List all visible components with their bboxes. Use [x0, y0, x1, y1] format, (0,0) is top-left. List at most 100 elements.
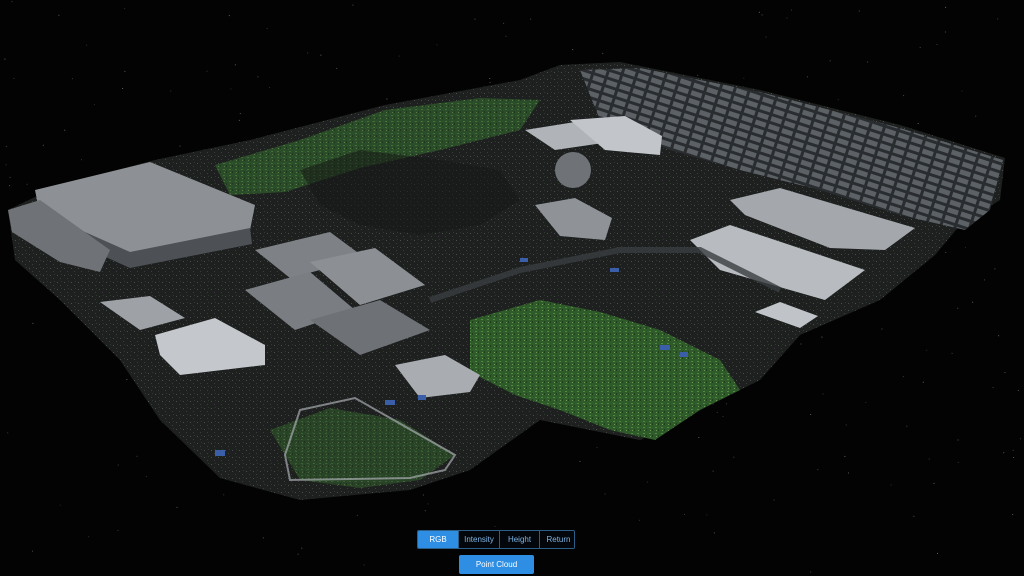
noise-point [903, 95, 905, 97]
noise-point [712, 403, 714, 405]
noise-point [26, 183, 28, 185]
color-mode-height-button[interactable]: Height [500, 531, 540, 548]
noise-point [906, 425, 908, 427]
noise-point [890, 484, 892, 486]
noise-point [124, 8, 126, 10]
noise-point [64, 129, 66, 131]
noise-point [945, 251, 947, 253]
noise-point [32, 322, 34, 324]
noise-point [301, 547, 303, 549]
noise-point [848, 472, 849, 474]
point-cloud-viewer[interactable]: RGB Intensity Height Return Point Cloud [0, 0, 1024, 576]
noise-point [1004, 372, 1006, 373]
noise-point [170, 90, 172, 92]
noise-point [32, 550, 33, 552]
noise-point [230, 88, 232, 90]
noise-point [489, 78, 491, 79]
noise-point [136, 455, 138, 457]
noise-point [998, 335, 1000, 337]
noise-point [975, 115, 977, 117]
noise-point [922, 381, 924, 383]
noise-point [646, 481, 648, 483]
noise-point [913, 515, 915, 517]
noise-point [81, 159, 82, 161]
noise-point [1013, 457, 1015, 458]
noise-point [994, 268, 996, 270]
noise-point [13, 78, 15, 79]
noise-point [957, 307, 959, 309]
noise-point [733, 456, 735, 458]
noise-point [858, 10, 860, 12]
noise-point [7, 432, 9, 434]
noise-point [122, 88, 124, 89]
noise-point [638, 519, 640, 521]
noise-point [530, 18, 532, 20]
noise-point [773, 499, 775, 501]
noise-point [984, 279, 985, 281]
noise-point [206, 70, 208, 72]
noise-point [179, 145, 181, 147]
noise-point [427, 503, 429, 505]
noise-point [726, 403, 727, 405]
noise-point [1017, 390, 1019, 391]
noise-point [698, 437, 700, 438]
noise-point [713, 532, 715, 534]
noise-point [320, 54, 322, 56]
noise-point [88, 536, 90, 538]
noise-point [86, 44, 88, 46]
noise-point [810, 571, 812, 573]
color-mode-return-button[interactable]: Return [540, 531, 574, 548]
noise-point [59, 504, 61, 506]
noise-point [602, 52, 604, 54]
noise-point [503, 22, 505, 24]
noise-point [238, 119, 240, 121]
color-mode-intensity-button[interactable]: Intensity [459, 531, 500, 548]
noise-point [712, 470, 714, 472]
noise-point [422, 494, 424, 496]
noise-point [800, 343, 802, 345]
noise-point [761, 14, 763, 16]
noise-point [93, 104, 95, 106]
noise-point [829, 60, 831, 62]
noise-point [336, 67, 338, 69]
noise-point [268, 87, 270, 88]
noise-point [117, 464, 119, 466]
noise-point [865, 401, 867, 403]
noise-point [791, 9, 792, 11]
noise-point [765, 36, 767, 38]
noise-point [307, 52, 309, 54]
noise-point [58, 14, 60, 16]
noise-point [964, 247, 966, 249]
noise-point [5, 145, 7, 147]
storage-tank [555, 152, 591, 188]
noise-point [257, 76, 259, 78]
noise-point [424, 510, 426, 512]
noise-point [356, 514, 358, 516]
noise-point [944, 31, 946, 33]
noise-point [579, 460, 581, 462]
noise-point [1003, 452, 1005, 454]
noise-point [933, 482, 935, 484]
noise-point [902, 376, 904, 378]
color-mode-selector: RGB Intensity Height Return [417, 530, 575, 549]
point-cloud-button[interactable]: Point Cloud [459, 555, 534, 574]
noise-point [5, 164, 7, 166]
noise-point [228, 15, 230, 17]
noise-point [596, 446, 598, 448]
noise-point [844, 455, 846, 457]
noise-point [945, 6, 947, 8]
noise-point [997, 18, 999, 20]
noise-point [363, 564, 365, 566]
noise-point [881, 328, 883, 330]
noise-point [266, 28, 268, 29]
noise-point [926, 349, 928, 351]
color-mode-rgb-button[interactable]: RGB [418, 531, 459, 548]
noise-point [176, 506, 178, 508]
noise-point [706, 514, 708, 516]
point-cloud-canvas[interactable] [0, 0, 1024, 576]
noise-point [821, 336, 823, 338]
noise-point [4, 58, 6, 60]
noise-point [352, 4, 354, 6]
noise-point [928, 458, 930, 460]
noise-point [42, 144, 44, 146]
